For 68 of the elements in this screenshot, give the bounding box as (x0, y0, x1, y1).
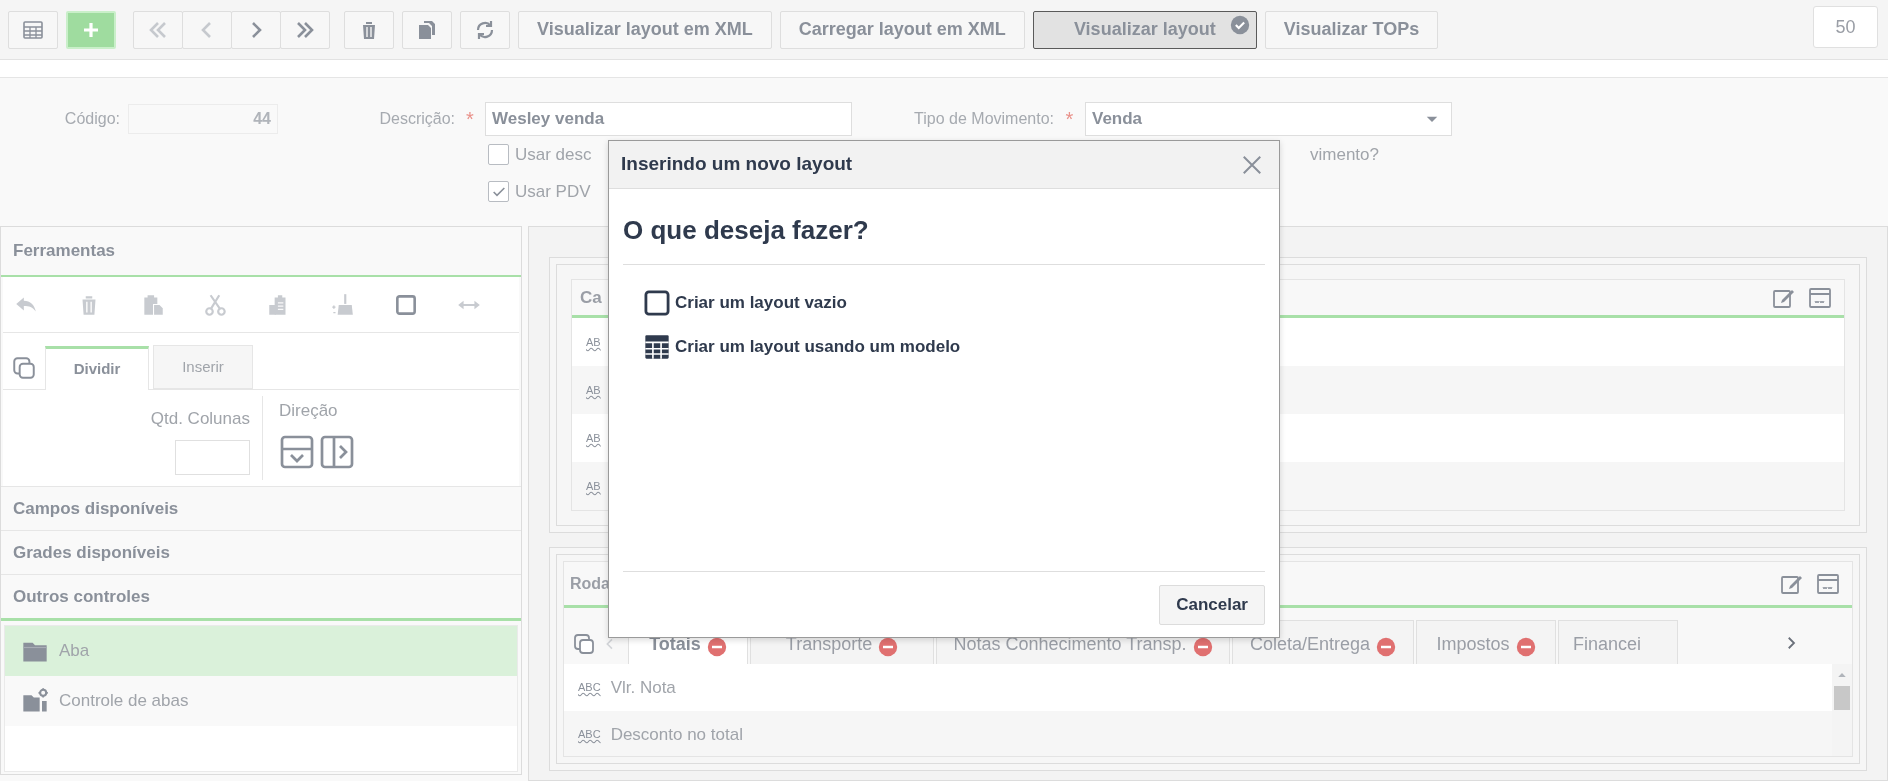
cancel-button[interactable]: Cancelar (1159, 584, 1265, 625)
field-label: Qtd. Colunas (150, 408, 250, 430)
control-label: Controle de abas (59, 690, 189, 713)
checkbox-label: Usar desc (515, 143, 592, 166)
control-item[interactable]: Aba (5, 626, 517, 676)
field-label: Descrição: (378, 109, 455, 129)
trash-button[interactable] (344, 10, 394, 49)
description-field[interactable]: Wesley venda (485, 102, 852, 136)
copy-icon[interactable] (572, 632, 596, 656)
counter-badge: 50 (1813, 6, 1878, 48)
split-right-icon[interactable] (319, 433, 355, 470)
code-field[interactable]: 44 (128, 104, 278, 134)
field-label: Direção (279, 400, 339, 422)
required-mark: * (1064, 107, 1075, 132)
refresh-button[interactable] (460, 10, 510, 49)
section-title: Roda (570, 573, 610, 594)
checkbox[interactable] (488, 181, 509, 202)
double-right-button[interactable] (280, 10, 330, 49)
plus-button[interactable] (66, 10, 116, 49)
form-text: vimento? (1310, 143, 1379, 166)
control-item[interactable]: Controle de abas (5, 676, 517, 726)
field-type-icon: AB (586, 333, 601, 351)
field-label: Vlr. Nota (610, 676, 676, 699)
toolbar-button[interactable]: Visualizar layout (1032, 10, 1257, 49)
tab[interactable]: Inserir (153, 345, 253, 389)
folder-gear-icon (21, 687, 49, 715)
tab[interactable]: Dividir (45, 346, 149, 390)
check-badge-icon (1229, 14, 1250, 35)
tab[interactable]: Impostos (1416, 620, 1556, 664)
option-link[interactable]: Criar um layout usando um modelo (643, 331, 1265, 363)
section-header[interactable]: Grades disponíveis (1, 530, 521, 574)
field-type-icon: ABC (578, 679, 601, 696)
close-icon[interactable] (1241, 153, 1263, 176)
scrollbar[interactable] (1832, 664, 1852, 756)
scroll-up-icon (1837, 670, 1847, 680)
checkbox[interactable] (488, 144, 509, 165)
field-type-icon: ABC (578, 726, 601, 743)
dialog-heading: O que deseja fazer? (623, 189, 1265, 265)
toolbar-button[interactable]: Carregar layout em XML (779, 10, 1025, 49)
table-icon (643, 333, 671, 361)
grid-button[interactable] (8, 10, 58, 49)
copy-icon (11, 355, 37, 381)
toolbar-button[interactable]: Visualizar TOPs (1264, 10, 1439, 49)
option-link[interactable]: Criar um layout vazio (643, 287, 1265, 319)
section-header[interactable]: Outros controles (1, 574, 521, 621)
tab[interactable]: Financei (1558, 620, 1678, 664)
scrollbar-thumb[interactable] (1834, 686, 1850, 710)
checkbox-label: Usar PDV (515, 180, 591, 203)
field-label: Desconto no total (610, 723, 743, 746)
field-type-icon: AB (586, 429, 601, 447)
control-label: Aba (59, 640, 90, 663)
field-label: Código: (63, 109, 120, 129)
section-header[interactable]: Campos disponíveis (1, 486, 521, 530)
field-label: Tipo de Movimento: (913, 109, 1054, 129)
dialog-title: Inserindo um novo layout (621, 152, 853, 177)
field-type-icon: AB (586, 477, 601, 495)
movement-type-dropdown[interactable]: Venda (1085, 102, 1452, 136)
split-down-icon[interactable] (279, 433, 315, 470)
required-mark: * (465, 107, 475, 132)
right-button[interactable] (231, 10, 281, 49)
copy-button[interactable] (402, 10, 452, 49)
toolbar-button[interactable]: Visualizar layout em XML (518, 10, 772, 49)
columns-field[interactable] (175, 439, 250, 475)
square-icon (643, 289, 671, 317)
section-title: Ca (580, 286, 602, 309)
window-icon[interactable] (1816, 571, 1840, 596)
field-type-icon: AB (586, 381, 601, 399)
window-icon[interactable] (1808, 285, 1832, 310)
